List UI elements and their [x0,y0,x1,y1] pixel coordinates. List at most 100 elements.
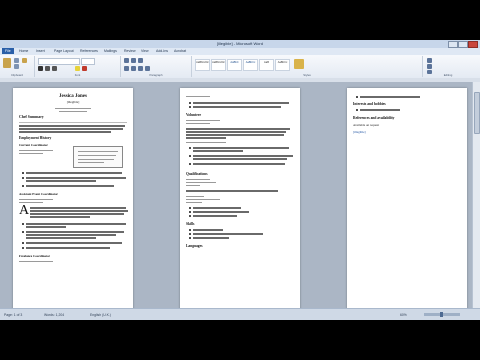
tab-add-ins[interactable]: Add-Ins [156,49,168,53]
bullet [189,163,191,165]
references-text: Available on request [353,123,380,127]
line [26,242,122,244]
contact-line [59,111,87,113]
underline-icon[interactable] [52,66,57,71]
line [186,123,210,125]
style-no-spacing[interactable]: AaBbCcDc [211,59,226,71]
bullet [356,109,358,111]
line [19,128,123,130]
style-title[interactable]: AaB [259,59,274,71]
bold-icon[interactable] [38,66,43,71]
minimize-button[interactable] [448,41,458,48]
tab-references[interactable]: References [80,49,98,53]
align-center-icon[interactable] [131,66,136,71]
style-heading-2[interactable]: AaBbCc [243,59,258,71]
line [186,128,290,130]
language-indicator[interactable]: English (U.K.) [90,313,111,317]
font-color-icon[interactable] [82,66,87,71]
maximize-button[interactable] [458,41,468,48]
paste-icon[interactable] [3,58,11,68]
page-1[interactable]: Jessica Jones [illegible] Chef Summary E… [13,88,133,310]
line [78,162,104,164]
line [19,125,125,127]
paragraph-group: Paragraph [121,56,192,77]
format-painter-icon[interactable] [22,58,27,63]
bullet [189,215,191,217]
tab-view[interactable]: View [141,49,149,53]
font-name-select[interactable] [38,58,80,65]
find-icon[interactable] [427,58,432,63]
text-callout-box[interactable] [73,146,123,168]
tab-mailings[interactable]: Mailings [104,49,117,53]
cut-icon[interactable] [14,58,19,63]
line [193,102,289,104]
line [193,233,263,235]
style-subtitle[interactable]: AaBbCc [275,59,290,71]
align-right-icon[interactable] [138,66,143,71]
footer-link[interactable]: [illegible] [353,130,366,134]
tab-acrobat[interactable]: Acrobat [174,49,186,53]
replace-icon[interactable] [427,64,432,69]
document-area[interactable]: Jessica Jones [illegible] Chef Summary E… [0,82,480,310]
bullet [189,233,191,235]
tab-insert[interactable]: Insert [36,49,45,53]
ribbon: Clipboard Font Paragraph AaBbCcDc AaBbCc… [0,55,480,79]
word-count[interactable]: Words: 1,204 [44,313,64,317]
vertical-scrollbar[interactable] [472,82,480,308]
font-label: Font [74,73,81,77]
bullet [22,223,24,225]
scrollbar-thumb[interactable] [474,92,480,134]
line [78,159,114,161]
zoom-slider-knob[interactable] [440,312,443,317]
font-size-select[interactable] [81,58,95,65]
status-bar: Page: 1 of 3 Words: 1,204 English (U.K.)… [0,308,480,320]
line [186,96,210,98]
bullet [189,106,191,108]
zoom-slider[interactable] [424,312,460,317]
style-heading-1[interactable]: AaBbC [227,59,242,71]
close-button[interactable] [468,41,478,48]
line [186,185,200,187]
line [19,150,53,152]
page-3[interactable]: Interests and hobbies References and ava… [347,88,467,310]
line [193,237,229,239]
line [193,163,285,165]
page-2[interactable]: Volunteer Qualifications Skills Language… [180,88,300,310]
line [19,199,53,201]
styles-label: Styles [303,73,311,77]
tab-review[interactable]: Review [124,49,135,53]
numbering-icon[interactable] [131,58,136,63]
line [186,131,286,133]
bullet [189,155,191,157]
bullets-icon[interactable] [124,58,129,63]
line [78,151,118,153]
line [26,234,116,236]
line [30,210,128,212]
style-normal[interactable]: AaBbCcDc [195,59,210,71]
bullet [22,172,24,174]
bullet [189,237,191,239]
multilevel-list-icon[interactable] [138,58,143,63]
bullet [22,177,24,179]
line [19,261,53,263]
copy-icon[interactable] [14,64,19,69]
line [360,96,420,98]
justify-icon[interactable] [145,66,150,71]
highlight-icon[interactable] [75,66,80,71]
line [26,247,110,249]
page-count[interactable]: Page: 1 of 3 [4,313,22,317]
line [19,131,111,133]
line [30,207,126,209]
tab-home[interactable]: Home [19,49,28,53]
align-left-icon[interactable] [124,66,129,71]
qualifications-heading: Qualifications [186,172,208,176]
zoom-level[interactable]: 60% [400,313,407,317]
italic-icon[interactable] [45,66,50,71]
bullet [22,231,24,233]
line [186,179,210,181]
tab-file[interactable]: File [2,48,14,54]
interests-heading: Interests and hobbies [353,102,386,106]
line [186,190,278,192]
change-styles-icon[interactable] [294,59,304,69]
tab-page-layout[interactable]: Page Layout [54,49,74,53]
